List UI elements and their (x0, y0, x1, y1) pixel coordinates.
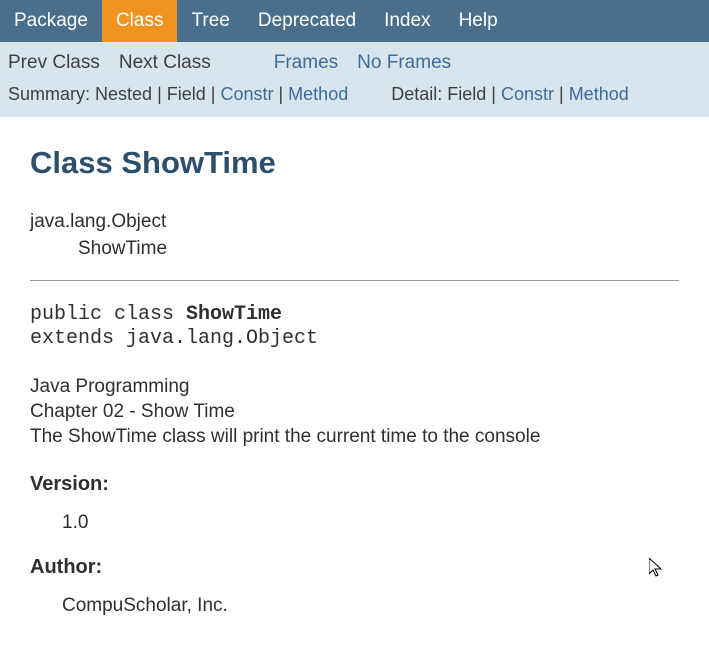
inheritance-tree: java.lang.Object ShowTime (30, 209, 679, 262)
frames-link[interactable]: Frames (274, 52, 338, 73)
content: Class ShowTime java.lang.Object ShowTime… (0, 117, 709, 659)
description-line1: Java Programming (30, 375, 679, 400)
detail-constr-link[interactable]: Constr (501, 84, 554, 104)
signature-classname: ShowTime (186, 303, 282, 326)
detail-field: Field (447, 84, 486, 104)
signature-prefix: public class (30, 303, 186, 326)
divider (30, 280, 679, 281)
author-label: Author: (30, 556, 679, 579)
version-label: Version: (30, 473, 679, 496)
nav-class[interactable]: Class (102, 0, 178, 42)
summary-nested: Nested (95, 84, 152, 104)
summary-label: Summary: (8, 84, 90, 104)
nav-tree[interactable]: Tree (177, 0, 243, 42)
summary-method-link[interactable]: Method (288, 84, 348, 104)
inheritance-parent: java.lang.Object (30, 209, 679, 236)
top-nav: Package Class Tree Deprecated Index Help (0, 0, 709, 42)
description-line3: The ShowTime class will print the curren… (30, 425, 679, 450)
sub-nav: Prev Class Next Class Frames No Frames S… (0, 42, 709, 117)
class-signature: public class ShowTime extends java.lang.… (30, 303, 679, 351)
nav-index[interactable]: Index (370, 0, 444, 42)
inheritance-child: ShowTime (30, 236, 679, 263)
detail-label: Detail: (391, 84, 442, 104)
sub-nav-row1: Prev Class Next Class Frames No Frames (8, 52, 701, 74)
summary-field: Field (167, 84, 206, 104)
next-class-link[interactable]: Next Class (119, 52, 211, 73)
no-frames-link[interactable]: No Frames (357, 52, 451, 73)
class-description: Java Programming Chapter 02 - Show Time … (30, 375, 679, 449)
description-line2: Chapter 02 - Show Time (30, 400, 679, 425)
version-value: 1.0 (30, 512, 679, 534)
summary-constr-link[interactable]: Constr (220, 84, 273, 104)
prev-class-link[interactable]: Prev Class (8, 52, 100, 73)
sub-nav-row2: Summary: Nested | Field | Constr | Metho… (8, 84, 701, 113)
nav-package[interactable]: Package (0, 0, 102, 42)
signature-extends: extends java.lang.Object (30, 327, 318, 350)
class-title: Class ShowTime (30, 145, 679, 181)
detail-method-link[interactable]: Method (569, 84, 629, 104)
nav-help[interactable]: Help (445, 0, 512, 42)
nav-deprecated[interactable]: Deprecated (244, 0, 370, 42)
author-value: CompuScholar, Inc. (30, 595, 679, 617)
